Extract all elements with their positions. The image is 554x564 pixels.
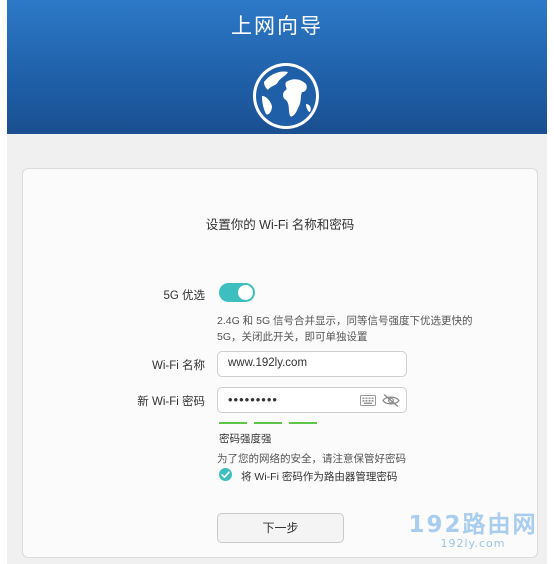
strength-bar-1 — [219, 422, 247, 424]
keyboard-icon[interactable] — [360, 395, 376, 406]
site-watermark: 192路由网 192ly.com — [398, 505, 548, 550]
watermark-main: 192路由网 — [408, 512, 538, 538]
strength-bar-2 — [254, 422, 282, 424]
hide-password-icon[interactable] — [382, 393, 400, 408]
check-icon — [221, 471, 230, 478]
page-title: 上网向导 — [231, 15, 323, 38]
header-banner: 上网向导 — [7, 0, 547, 134]
card-title: 设置你的 Wi-Fi 名称和密码 — [205, 218, 355, 232]
password-strength-text: 密码强度强 — [219, 433, 272, 445]
use-as-admin-checkbox[interactable] — [219, 468, 232, 481]
wifi-password-label: 新 Wi-Fi 密码 — [137, 396, 205, 408]
wifi-name-input[interactable]: www.192ly.com — [217, 351, 407, 377]
next-button[interactable]: 下一步 — [217, 513, 344, 543]
prefer-5g-toggle[interactable] — [219, 283, 255, 302]
wizard-card: 设置你的 Wi-Fi 名称和密码 5G 优选 2.4G 和 5G 信号合并显示，… — [22, 168, 538, 558]
globe-icon — [253, 63, 319, 129]
use-as-admin-label: 将 Wi-Fi 密码作为路由器管理密码 — [241, 471, 398, 483]
toggle-knob — [238, 285, 253, 300]
hint-line-2: 5G，关闭此开关，即可单独设置 — [217, 331, 368, 343]
prefer-5g-hint: 2.4G 和 5G 信号合并显示，同等信号强度下优选更快的 5G，关闭此开关，即… — [217, 313, 517, 345]
strength-bar-3 — [289, 422, 317, 424]
wifi-password-input[interactable]: ••••••••• — [217, 387, 407, 413]
security-note: 为了您的网络的安全，请注意保管好密码 — [217, 453, 406, 465]
hint-line-1: 2.4G 和 5G 信号合并显示，同等信号强度下优选更快的 — [217, 315, 473, 327]
wifi-name-label: Wi-Fi 名称 — [151, 360, 205, 372]
wifi-name-value: www.192ly.com — [228, 357, 308, 369]
wifi-password-value: ••••••••• — [228, 392, 278, 407]
prefer-5g-label: 5G 优选 — [163, 290, 205, 302]
